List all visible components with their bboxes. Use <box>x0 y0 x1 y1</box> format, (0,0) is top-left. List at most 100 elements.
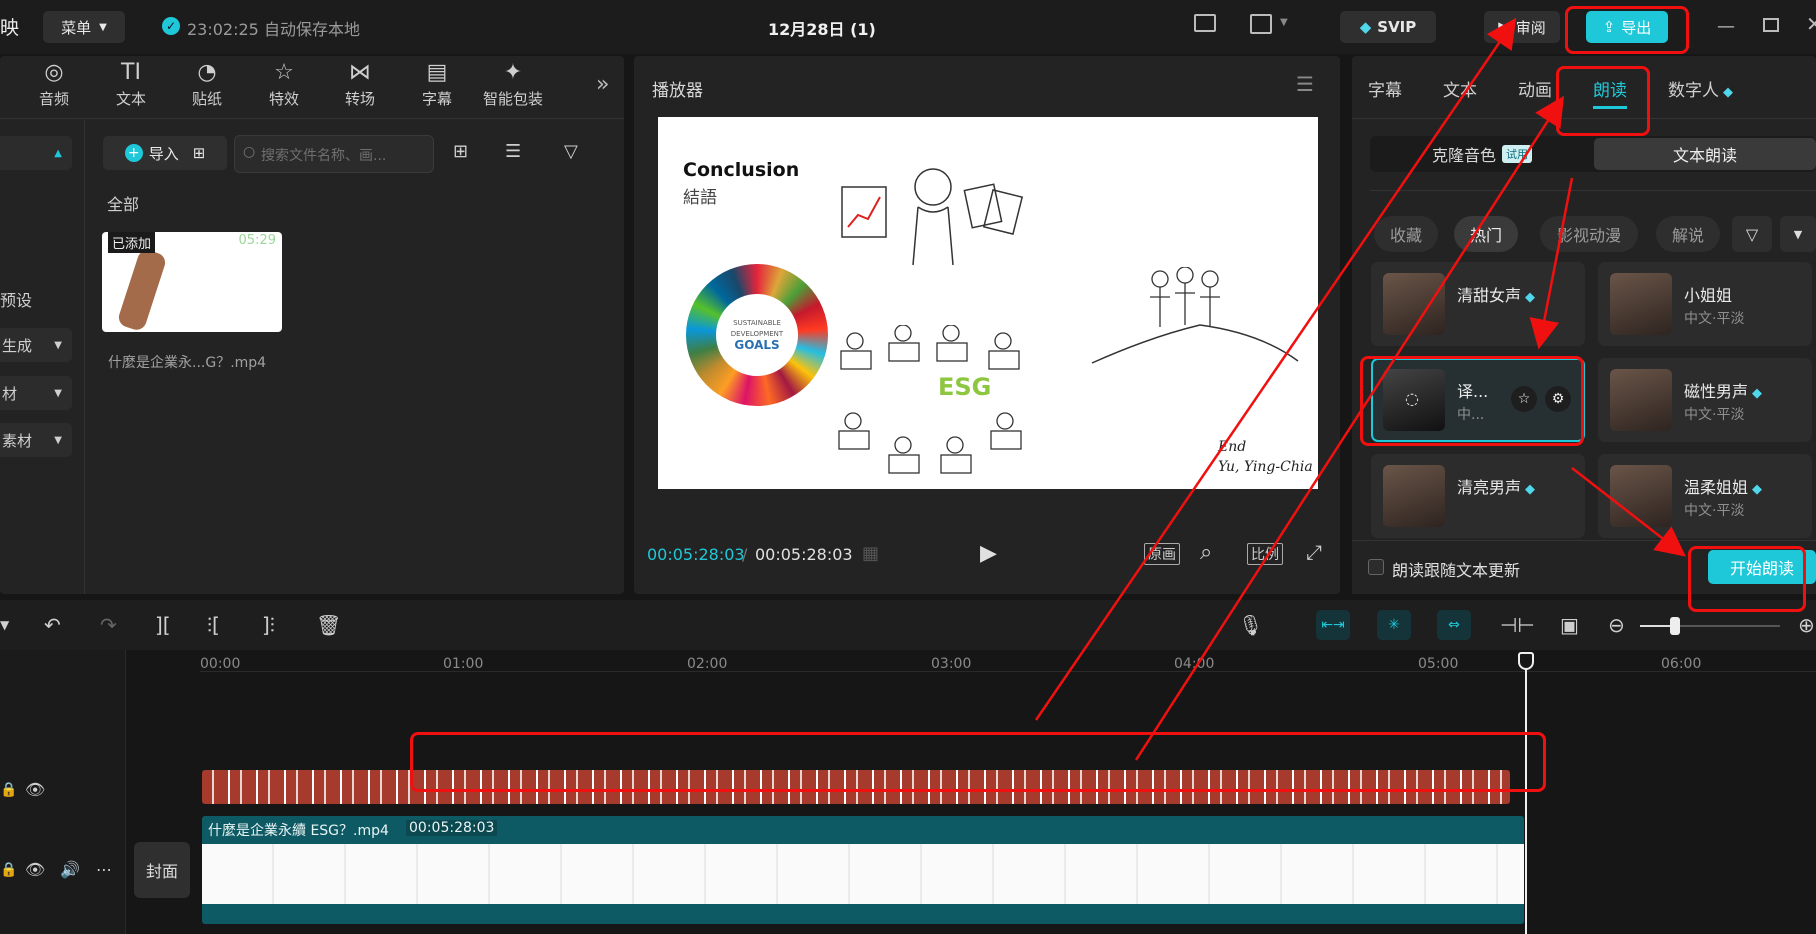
layout-chevron-icon[interactable]: ▼ <box>1280 17 1288 28</box>
voice-filter-icon[interactable]: ▽ <box>1732 216 1772 252</box>
clone-voice-tab[interactable]: 克隆音色 试用 <box>1372 138 1592 170</box>
video-clip[interactable]: 什麼是企業永續 ESG？.mp4 00:05:28:03 <box>202 816 1524 924</box>
zoom-out-icon[interactable]: ⊖ <box>1608 615 1625 635</box>
layout-icon[interactable] <box>1250 14 1272 34</box>
voice-card-sweet-female[interactable]: 清甜女声 ◆ <box>1371 262 1585 346</box>
cover-button[interactable]: 封面 <box>134 842 190 898</box>
toolbar-subtitle[interactable]: ▤ 字幕 <box>402 58 472 109</box>
eye-icon[interactable]: 👁 <box>25 780 45 800</box>
undo-icon[interactable]: ↶ <box>44 615 61 635</box>
filter-icon[interactable]: ▽ <box>564 142 578 162</box>
main-track-magnet-icon[interactable]: ⇤⇥ <box>1316 610 1350 640</box>
toolbar-smart-pack[interactable]: ✦ 智能包装 <box>478 58 548 109</box>
voice-name-text: 清甜女声 <box>1457 286 1522 305</box>
link-icon[interactable]: ⇔ <box>1437 610 1471 640</box>
sticker-icon: ◔ <box>197 60 217 85</box>
expand-chevron-icon[interactable]: ▼ <box>1780 216 1816 252</box>
chip-hot[interactable]: 热门 <box>1454 216 1518 252</box>
chip-film[interactable]: 影视动漫 <box>1540 216 1638 252</box>
tab-digital-human[interactable]: 数字人 ◆ <box>1668 76 1733 101</box>
menu-button[interactable]: 菜单 ▼ <box>43 11 125 43</box>
current-time: 00:05:28:03 <box>647 545 745 564</box>
tab-text[interactable]: 文本 <box>1443 76 1477 101</box>
lock-icon[interactable]: 🔒 <box>0 860 17 880</box>
ratio-button[interactable]: 比例 <box>1247 543 1283 565</box>
voice-card-little-sister[interactable]: 小姐姐 中文·平淡 <box>1598 262 1812 346</box>
menu-label: 菜单 <box>61 18 92 37</box>
grid-view-icon[interactable]: ⊞ <box>453 142 468 162</box>
import-button[interactable]: + 导入 ⊞ <box>103 136 227 170</box>
more-tools-icon[interactable]: » <box>596 72 609 97</box>
toolbar-text[interactable]: TI 文本 <box>96 58 166 109</box>
smart-pack-icon: ✦ <box>503 60 523 85</box>
import-label: 导入 <box>148 144 179 163</box>
minimize-icon[interactable]: — <box>1717 16 1735 37</box>
sort-icon[interactable]: ☰ <box>505 142 521 162</box>
playhead-handle[interactable] <box>1518 652 1534 670</box>
sidebar-item-material[interactable]: 材 ▼ <box>0 376 72 410</box>
chevron-down-icon: ▼ <box>54 387 62 399</box>
voice-card-gentle-sister[interactable]: 温柔姐姐 ◆ 中文·平淡 <box>1598 454 1812 538</box>
play-icon[interactable]: ▶ <box>980 541 997 566</box>
signature-end: End <box>1218 439 1247 455</box>
microphone-icon[interactable]: 🎙 <box>1238 615 1263 635</box>
follow-checkbox[interactable] <box>1368 559 1384 575</box>
shortcut-icon[interactable] <box>1194 14 1216 32</box>
thumbnail-icon[interactable]: ▣ <box>1560 615 1579 635</box>
toolbar-effects[interactable]: ☆ 特效 <box>249 58 319 109</box>
close-icon[interactable]: ✕ <box>1806 12 1816 36</box>
more-icon[interactable]: ⋯ <box>96 860 112 880</box>
original-quality-button[interactable]: 原画 <box>1144 543 1180 565</box>
zoom-preview-icon[interactable]: ⌕ <box>1200 540 1212 565</box>
redo-icon[interactable]: ↷ <box>100 615 117 635</box>
preview-axis-icon[interactable]: ⊣⊢ <box>1500 615 1535 635</box>
toolbar-sticker[interactable]: ◔ 贴纸 <box>172 58 242 109</box>
review-button[interactable]: ▶ 审阅 <box>1484 11 1560 43</box>
svip-button[interactable]: ◆ SVIP <box>1340 11 1436 43</box>
sidebar-item-generate[interactable]: 生成 ▼ <box>0 328 72 362</box>
zoom-in-icon[interactable]: ⊕ <box>1798 615 1815 635</box>
select-chevron-icon[interactable]: ▼ <box>0 615 9 635</box>
volume-icon[interactable]: 🔊 <box>60 860 80 880</box>
sidebar-active-item[interactable]: ▲ <box>0 136 72 170</box>
media-clip-thumbnail[interactable]: 已添加 05:29 <box>102 232 282 332</box>
auto-snap-icon[interactable]: ✳ <box>1377 610 1411 640</box>
svip-label: SVIP <box>1377 18 1417 36</box>
zoom-slider-thumb[interactable] <box>1670 617 1680 635</box>
media-clip-name: 什麼是企業永...G？.mp4 <box>108 355 267 371</box>
voice-card-magnetic-male[interactable]: 磁性男声 ◆ 中文·平淡 <box>1598 358 1812 442</box>
eye-icon[interactable]: 👁 <box>25 860 45 880</box>
added-badge: 已添加 <box>108 232 156 253</box>
text-read-label: 文本朗读 <box>1672 146 1737 165</box>
trim-right-icon[interactable]: ]⫶ <box>262 615 275 635</box>
review-label: 审阅 <box>1515 18 1546 37</box>
sidebar-item-preset[interactable]: 预设 <box>0 287 32 311</box>
tab-subtitle[interactable]: 字幕 <box>1368 76 1402 101</box>
avatar <box>1610 273 1672 335</box>
maximize-icon[interactable] <box>1763 18 1779 32</box>
playhead[interactable] <box>1525 652 1527 934</box>
grid-lines-icon[interactable]: ▦ <box>862 543 879 564</box>
chip-narration[interactable]: 解说 <box>1656 216 1720 252</box>
chevron-down-icon: ▼ <box>54 434 62 446</box>
annotation-box-voice <box>1360 356 1584 446</box>
text-read-tab[interactable]: 文本朗读 <box>1594 138 1816 170</box>
chip-favorites[interactable]: 收藏 <box>1374 216 1438 252</box>
sidebar-item-assets[interactable]: 素材 ▼ <box>0 423 72 457</box>
voice-card-clear-male[interactable]: 清亮男声 ◆ <box>1371 454 1585 538</box>
split-icon[interactable]: ][ <box>155 615 171 635</box>
search-input[interactable]: ○ 搜索文件名称、画... <box>234 135 434 173</box>
lock-icon[interactable]: 🔒 <box>0 780 17 800</box>
annotation-box-export <box>1565 6 1689 54</box>
video-preview[interactable]: Conclusion 結語 SUSTAINABLE DEVELOPMENT GO… <box>658 117 1318 489</box>
delete-icon[interactable]: 🗑 <box>316 615 341 635</box>
ruler-tick: 05:00 <box>1418 656 1459 672</box>
plus-icon: + <box>124 144 143 162</box>
diamond-icon: ◆ <box>1525 482 1536 497</box>
trim-left-icon[interactable]: ⫶[ <box>207 615 220 635</box>
toolbar-audio[interactable]: ◎ 音频 <box>19 58 89 109</box>
hamburger-icon[interactable]: ☰ <box>1296 72 1314 96</box>
fullscreen-icon[interactable]: ⤢ <box>1306 540 1322 564</box>
tab-animation[interactable]: 动画 <box>1518 76 1552 101</box>
toolbar-transition[interactable]: ⋈ 转场 <box>325 58 395 109</box>
